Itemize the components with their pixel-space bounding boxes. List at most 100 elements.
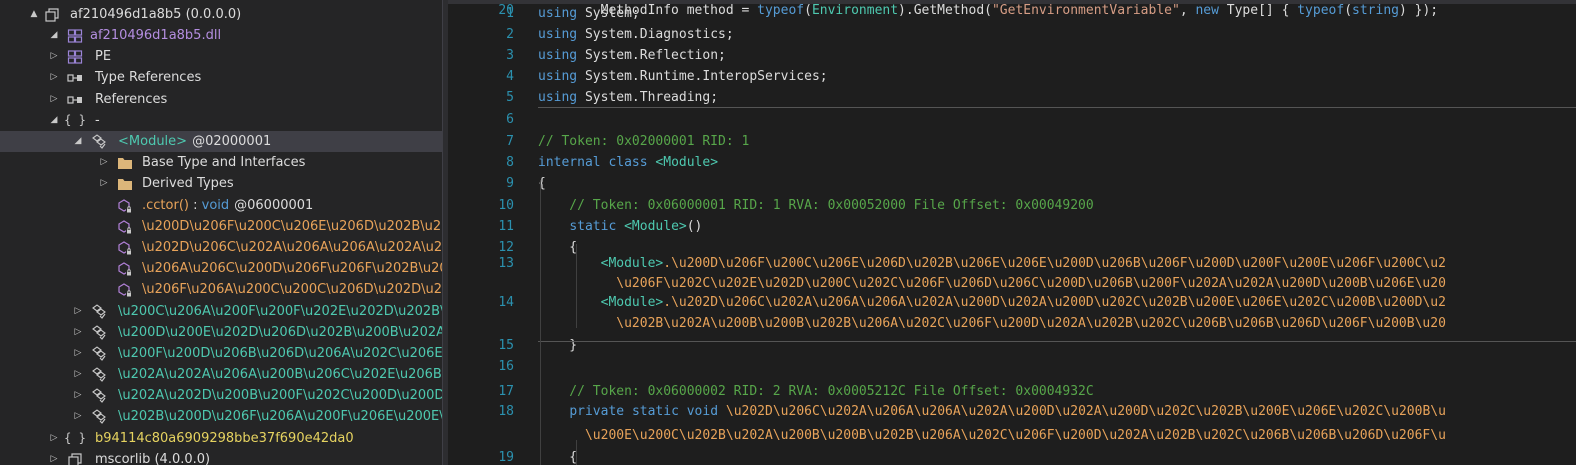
code-text: // Token: 0x06000002 RID: 2 RVA: 0x00052… xyxy=(538,381,1094,403)
code-token: System.Threading; xyxy=(577,90,719,105)
expand-arrow-icon[interactable]: ▷ xyxy=(72,322,84,343)
tree-node[interactable]: ▷ References xyxy=(0,89,442,110)
code-line[interactable]: \u200E\u200C\u202B\u202A\u200B\u200B\u20… xyxy=(448,425,1576,447)
tree-node[interactable]: \u200D\u206F\u200C\u206E\u206D\u202B\u20… xyxy=(0,216,442,237)
code-editor[interactable]: 1 using System; 2 using System.Diagnostics;… xyxy=(448,0,1576,465)
tree-node[interactable]: ▷ \u200F\u200D\u206B\u206D\u206A\u202C\u2… xyxy=(0,343,442,364)
tree-node-label: .cctor() : void @06000001 xyxy=(142,198,314,213)
code-token: // Token: 0x06000002 RID: 2 RVA: 0x00052… xyxy=(538,384,1094,399)
indent-guide xyxy=(540,386,541,465)
code-line[interactable]: 10 // Token: 0x06000001 RID: 1 RVA: 0x00… xyxy=(448,195,1576,217)
expand-arrow-icon[interactable]: ▷ xyxy=(48,449,60,465)
namespace-icon: { } xyxy=(64,113,86,127)
class-icon xyxy=(90,343,108,364)
collapse-arrow-icon[interactable]: ◢ xyxy=(48,110,60,131)
code-text: static <Module>() xyxy=(538,216,702,238)
code-line[interactable]: 18 private static void \u202D\u206C\u202… xyxy=(448,401,1576,423)
metadata-token: @06000001 xyxy=(234,198,314,213)
tree-node-label: - xyxy=(95,110,100,131)
expand-arrow-icon[interactable]: ▷ xyxy=(72,406,84,427)
expand-arrow-icon[interactable]: ▷ xyxy=(72,343,84,364)
code-token: "GetEnvironmentVariable" xyxy=(991,3,1180,18)
expand-arrow-icon[interactable]: ▷ xyxy=(72,364,84,385)
tree-node-label: Base Type and Interfaces xyxy=(142,152,305,173)
code-line[interactable]: \u202B\u202A\u200B\u200B\u202B\u206A\u20… xyxy=(448,313,1576,335)
code-line[interactable]: 11 static <Module>() xyxy=(448,216,1576,238)
expand-arrow-icon[interactable]: ▷ xyxy=(72,385,84,406)
tree-node-label: \u202D\u206C\u202A\u206A\u206A\u202A\u20… xyxy=(142,237,442,258)
tree-node[interactable]: \u202D\u206C\u202A\u206A\u206A\u202A\u20… xyxy=(0,237,442,258)
code-line[interactable]: 7 // Token: 0x02000001 RID: 1 xyxy=(448,131,1576,153)
code-token: class xyxy=(608,155,648,170)
assembly-explorer-tree[interactable]: ▲ af210496d1a8b5 (0.0.0.0) ◢ af210496d1a8b5… xyxy=(0,0,442,465)
code-line[interactable]: 9{ xyxy=(448,173,1576,195)
tree-node[interactable]: ▷ \u200D\u200E\u202D\u206D\u202B\u200B\u2… xyxy=(0,322,442,343)
tree-node[interactable]: .cctor() : void @06000001 xyxy=(0,195,442,216)
code-line[interactable]: 14 <Module>.\u202D\u206C\u202A\u206A\u20… xyxy=(448,292,1576,314)
expand-arrow-icon[interactable]: ▷ xyxy=(48,428,60,449)
code-line[interactable]: 15 } xyxy=(448,335,1576,357)
type-references-icon xyxy=(66,67,84,88)
tree-node[interactable]: ▷ PE xyxy=(0,46,442,67)
code-line[interactable]: 19 { xyxy=(448,447,1576,465)
tree-node[interactable]: ▷ \u200C\u206A\u200F\u200F\u202E\u202D\u2… xyxy=(0,301,442,322)
tree-node[interactable]: ▷ Base Type and Interfaces xyxy=(0,152,442,173)
tree-node[interactable]: ◢ { } - xyxy=(0,110,442,131)
tree-node-text: <Module> xyxy=(118,134,188,149)
tree-node[interactable]: ▲ af210496d1a8b5 (0.0.0.0) xyxy=(0,4,442,25)
line-number: 5 xyxy=(506,90,514,105)
expand-arrow-icon[interactable]: ▷ xyxy=(48,89,60,110)
code-line[interactable]: 6 xyxy=(448,109,1576,131)
tree-node-label: References xyxy=(95,89,167,110)
code-line[interactable]: 8 internal class <Module> xyxy=(448,152,1576,174)
code-token: ) }); xyxy=(1399,3,1439,18)
tree-node-text: References xyxy=(95,92,168,107)
tree-node-text: \u206A\u206C\u200D\u206F\u206F\u202B\u20… xyxy=(142,261,442,276)
code-token: ( xyxy=(804,3,812,18)
line-number: 19 xyxy=(498,450,514,465)
tree-node[interactable]: \u206A\u206C\u200D\u206F\u206F\u202B\u20… xyxy=(0,258,442,279)
code-token: static xyxy=(631,404,679,419)
tree-node[interactable]: ▷ \u202B\u200D\u206F\u206A\u200F\u206E\u2… xyxy=(0,406,442,427)
code-line[interactable]: 4 using System.Runtime.InteropServices; xyxy=(448,66,1576,88)
collapse-arrow-icon[interactable]: ▲ xyxy=(28,4,40,25)
tree-node[interactable]: ▷ \u202A\u202D\u200B\u200F\u202C\u200D\u2… xyxy=(0,385,442,406)
code-token: <Module> xyxy=(600,295,664,310)
module-icon xyxy=(66,25,84,46)
tree-node[interactable]: ▷ mscorlib (4.0.0.0) xyxy=(0,449,442,465)
tree-node-label: af210496d1a8b5.dll xyxy=(90,25,221,46)
code-line[interactable]: 20 MethodInfo method = typeof(Environmen… xyxy=(448,0,1576,22)
tree-node[interactable]: ▷ \u202A\u202A\u206A\u200B\u206C\u202E\u2… xyxy=(0,364,442,385)
code-token: , xyxy=(1179,3,1196,18)
tree-node[interactable]: ▷ { } b94114c80a6909298bbe37f690e42da0 xyxy=(0,428,442,449)
expand-arrow-icon[interactable]: ▷ xyxy=(48,67,60,88)
line-number: 7 xyxy=(506,134,514,149)
expand-arrow-icon[interactable]: ▷ xyxy=(98,173,110,194)
collapse-arrow-icon[interactable]: ◢ xyxy=(48,25,60,46)
code-line[interactable]: 3 using System.Reflection; xyxy=(448,45,1576,67)
expand-arrow-icon[interactable]: ▷ xyxy=(98,152,110,173)
code-line[interactable]: 17 // Token: 0x06000002 RID: 2 RVA: 0x00… xyxy=(448,381,1576,403)
tree-node[interactable]: ◢ <Module> @02000001 xyxy=(0,131,442,152)
code-line[interactable]: 2 using System.Diagnostics; xyxy=(448,24,1576,46)
tree-node[interactable]: ▷ Derived Types xyxy=(0,173,442,194)
tree-node-label: af210496d1a8b5 (0.0.0.0) xyxy=(70,4,241,25)
code-line[interactable]: 16 xyxy=(448,356,1576,378)
tree-node-text: b94114c80a6909298bbe37f690e42da0 xyxy=(95,431,354,446)
expand-arrow-icon[interactable]: ▷ xyxy=(72,301,84,322)
expand-arrow-icon[interactable]: ▷ xyxy=(48,46,60,67)
tree-node[interactable]: \u206F\u206A\u200C\u200C\u206D\u202D\u20… xyxy=(0,279,442,300)
code-text: using System.Runtime.InteropServices; xyxy=(538,66,828,88)
tree-node[interactable]: ◢ af210496d1a8b5.dll xyxy=(0,25,442,46)
code-line[interactable]: 13 <Module>.\u200D\u206F\u200C\u206E\u20… xyxy=(448,253,1576,275)
code-token: \u202B\u202A\u200B\u200B\u202B\u206A\u20… xyxy=(538,316,1446,331)
namespace-icon: { } xyxy=(64,431,86,445)
tree-node[interactable]: ▷ Type References xyxy=(0,67,442,88)
code-line[interactable]: 5 using System.Threading; xyxy=(448,87,1576,109)
collapse-arrow-icon[interactable]: ◢ xyxy=(72,131,84,152)
code-token: .\u202D\u206C\u202A\u206A\u206A\u202A\u2… xyxy=(663,295,1446,310)
